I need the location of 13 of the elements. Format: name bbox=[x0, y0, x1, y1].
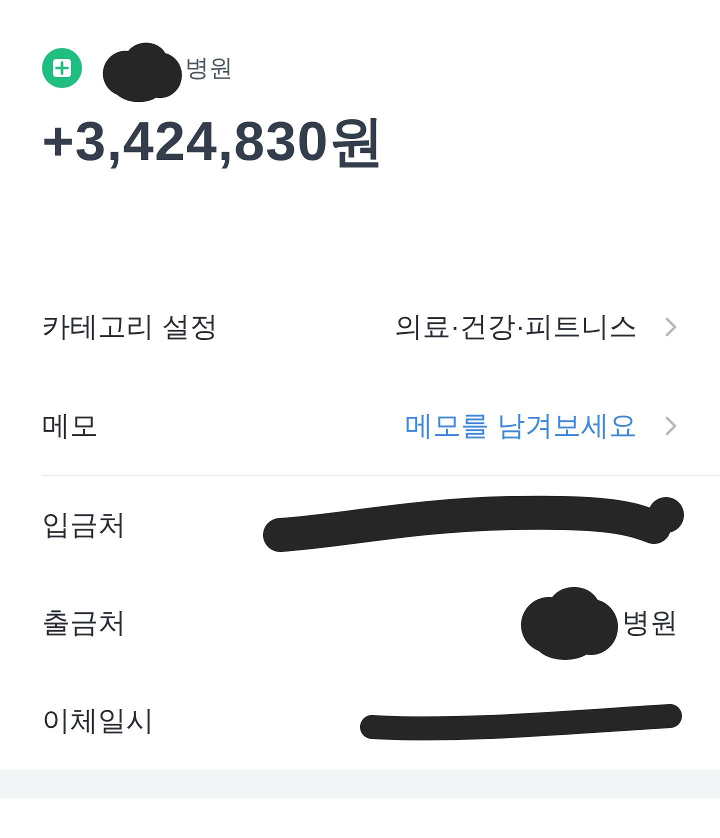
plus-icon bbox=[42, 48, 82, 88]
memo-link[interactable]: 메모를 남겨보세요 bbox=[405, 406, 637, 444]
row-value: 병원 bbox=[622, 606, 678, 640]
chevron-right-icon[interactable] bbox=[665, 416, 677, 436]
row-label: 출금처 bbox=[42, 606, 126, 640]
row-label: 메모 bbox=[42, 408, 98, 442]
category-link[interactable]: 의료·건강·피트니스 bbox=[394, 308, 637, 346]
row-label: 카테고리 설정 bbox=[42, 310, 218, 344]
chevron-right-icon[interactable] bbox=[665, 316, 677, 336]
transfer-amount: +3,424,830원 bbox=[42, 109, 386, 173]
row-label: 이체일시 bbox=[42, 704, 154, 738]
merchant-name: 병원 bbox=[185, 54, 233, 84]
row-label: 입금처 bbox=[42, 508, 126, 542]
